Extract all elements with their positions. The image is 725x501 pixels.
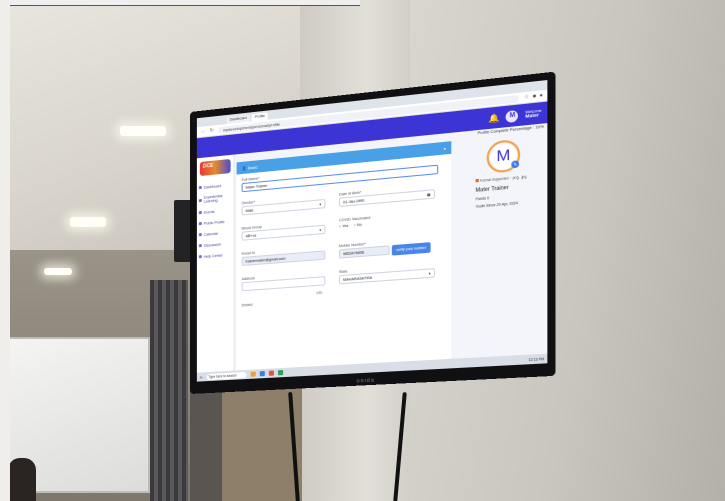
field-label: State <box>338 269 348 275</box>
dashboard-icon <box>198 185 202 190</box>
profile-icon[interactable]: ● <box>539 92 542 99</box>
browser-actions: ☆ ■ ● <box>524 92 543 100</box>
sidebar: DCE Dashboard Experiential Learning Even… <box>196 154 235 373</box>
address-char-counter: 0/80 <box>316 290 323 296</box>
app-icon[interactable] <box>277 370 283 376</box>
extensions-icon[interactable]: ■ <box>533 93 536 100</box>
mobile-field: Mobile Number* 9853476656 <box>338 240 390 259</box>
address-field: Address <box>241 271 326 292</box>
sidebar-item-label: Public Profile <box>203 219 225 226</box>
refresh-icon[interactable]: ↻ <box>210 127 214 133</box>
app-body: DCE Dashboard Experiential Learning Even… <box>196 123 548 373</box>
state-select[interactable]: MAHARASHTRA ▾ <box>338 268 435 285</box>
photo-edge <box>0 0 10 501</box>
blood-group-field: Blood Group AB+ve ▾ <box>241 220 326 241</box>
sidebar-item-label: Events <box>203 209 215 215</box>
tv-screen: Dashboard Profile ← ↻ mydevelopment/pers… <box>196 80 548 382</box>
sidebar-item-label: Dashboard <box>203 183 222 190</box>
taskbar-search[interactable]: Type here to search <box>206 371 247 380</box>
bell-icon[interactable]: 🔔 <box>488 112 499 123</box>
covid-yes-radio[interactable]: ○ Yes <box>339 224 348 229</box>
welcome-block: Welcome Mater <box>525 109 541 119</box>
state-field: State MAHARASHTRA ▾ <box>338 263 435 285</box>
ceiling-light <box>44 268 72 275</box>
chevron-down-icon: ▾ <box>428 271 431 276</box>
sidebar-item-label: Experiential Learning <box>203 194 223 204</box>
app-icon[interactable] <box>250 371 256 377</box>
chevron-down-icon: ▾ <box>443 145 446 151</box>
gender-field: Gender* Male ▾ <box>241 194 326 216</box>
learning-icon <box>198 198 202 202</box>
ceiling-light <box>120 126 166 136</box>
events-icon <box>198 210 202 215</box>
chevron-down-icon: ▾ <box>319 227 322 232</box>
ceiling-light <box>70 217 106 227</box>
edit-photo-icon[interactable]: ✎ <box>511 160 520 169</box>
tv-frame: Dashboard Profile ← ↻ mydevelopment/pers… <box>190 71 556 394</box>
windows-start-icon[interactable]: ⊞ <box>200 375 203 379</box>
district-field: District <box>242 298 326 308</box>
email-field: Email Id trainermater@gmail.com <box>241 245 326 267</box>
verify-number-button[interactable]: verify your number <box>391 242 431 256</box>
taskbar-clock: 12:13 PM <box>528 356 544 362</box>
photo-edge <box>10 0 360 6</box>
section-title: 👤 Basic <box>241 163 258 171</box>
profile-progress-ring: M ✎ <box>486 138 521 174</box>
avatar[interactable]: M <box>506 109 519 123</box>
tv-set: Dashboard Profile ← ↻ mydevelopment/pers… <box>190 71 556 394</box>
discussion-icon <box>198 244 202 248</box>
covid-field: COVID Vaccinated ○ Yes ○ No <box>339 210 435 229</box>
person-silhouette <box>8 458 36 501</box>
sidebar-item-label: Calendar <box>203 231 219 237</box>
calendar-icon: ▦ <box>426 192 431 197</box>
user-name: Mater <box>525 112 539 119</box>
profile-form-card: 👤 Basic ▾ Full Name* Mater Trainer Gende… <box>236 141 452 371</box>
sidebar-item-label: Discussion <box>203 241 222 248</box>
profile-summary-panel: M ✎ Format Supported : .png, .jpg Mater … <box>476 136 546 209</box>
help-icon <box>198 255 202 259</box>
star-icon[interactable]: ☆ <box>524 94 529 101</box>
field-label: District <box>241 302 253 308</box>
sidebar-item-help-center[interactable]: Help Center <box>197 248 234 262</box>
profile-icon <box>198 221 202 226</box>
photo-scene: Dashboard Profile ← ↻ mydevelopment/pers… <box>0 0 725 501</box>
dob-field: Date of Birth* 01-Jan-1990 ▦ <box>338 184 435 207</box>
app-icon[interactable] <box>268 370 274 376</box>
chevron-down-icon: ▾ <box>319 201 322 207</box>
app-icon[interactable] <box>259 370 265 377</box>
main-content: Profile Complete Percentage : 10% 👤 Basi… <box>235 123 548 371</box>
sidebar-item-label: Help Center <box>203 252 223 259</box>
calendar-icon <box>198 233 202 237</box>
tv-brand: onida <box>356 377 375 385</box>
brand-logo[interactable]: DCE <box>199 158 231 177</box>
back-icon[interactable]: ← <box>201 128 206 135</box>
covid-no-radio[interactable]: ○ No <box>354 223 362 228</box>
curtain <box>150 280 188 501</box>
